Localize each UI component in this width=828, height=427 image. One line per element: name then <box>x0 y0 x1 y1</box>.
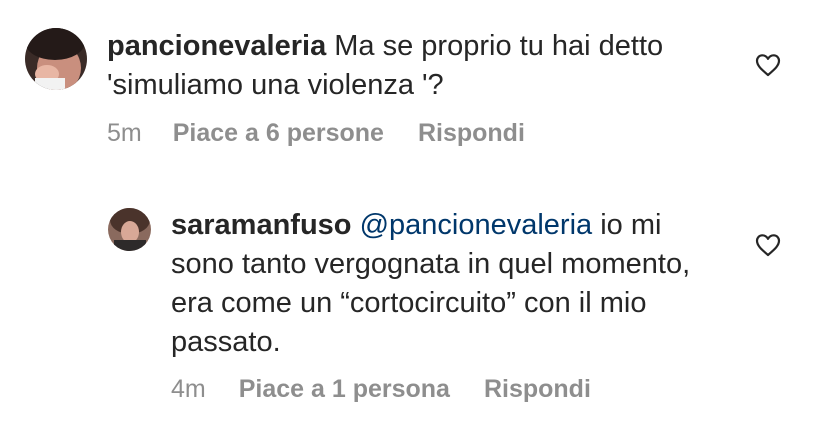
like-heart-icon[interactable] <box>755 233 781 257</box>
avatar-saramanfuso[interactable] <box>108 208 151 251</box>
comment-meta: 4m Piace a 1 persona Rispondi <box>171 374 591 404</box>
avatar-pancionevaleria[interactable] <box>25 28 87 90</box>
comment-saramanfuso: saramanfuso @pancionevaleria io mi sono … <box>0 190 828 427</box>
mention-link[interactable]: @pancionevaleria <box>360 209 593 241</box>
comment-time: 4m <box>171 375 206 403</box>
reply-button[interactable]: Rispondi <box>484 374 591 404</box>
reply-button[interactable]: Rispondi <box>418 118 525 148</box>
comment-body: pancionevaleria Ma se proprio tu hai det… <box>107 27 707 105</box>
like-heart-icon[interactable] <box>755 53 781 77</box>
comment-likes-link[interactable]: Piace a 6 persone <box>173 118 384 148</box>
comment-likes-link[interactable]: Piace a 1 persona <box>239 374 450 404</box>
comment-username[interactable]: pancionevaleria <box>107 30 326 62</box>
comment-meta: 5m Piace a 6 persone Rispondi <box>107 118 525 148</box>
comment-pancionevaleria: pancionevaleria Ma se proprio tu hai det… <box>0 0 828 170</box>
comment-time: 5m <box>107 119 142 147</box>
comment-body: saramanfuso @pancionevaleria io mi sono … <box>171 206 726 362</box>
comment-username[interactable]: saramanfuso <box>171 209 352 241</box>
